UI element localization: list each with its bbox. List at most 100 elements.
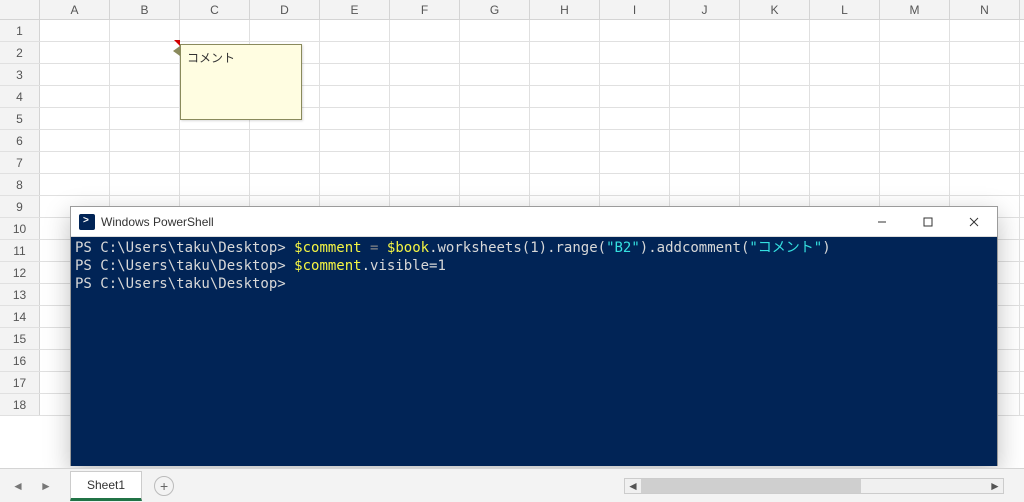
cell[interactable] [40,152,110,174]
scroll-thumb[interactable] [641,479,861,493]
column-header[interactable]: C [180,0,250,19]
maximize-button[interactable] [905,207,951,237]
cell[interactable] [460,152,530,174]
cell[interactable] [390,86,460,108]
row-header[interactable]: 9 [0,196,40,217]
cell[interactable] [810,20,880,42]
cell[interactable] [110,42,180,64]
cell[interactable] [810,152,880,174]
cell[interactable] [740,152,810,174]
cell[interactable] [950,42,1020,64]
cell[interactable] [530,20,600,42]
cell[interactable] [460,20,530,42]
tab-nav-prev[interactable]: ◄ [8,476,28,496]
cell[interactable] [390,20,460,42]
cell[interactable] [40,64,110,86]
cell[interactable] [320,108,390,130]
cell[interactable] [320,174,390,196]
cell[interactable] [880,152,950,174]
cell[interactable] [670,108,740,130]
cell[interactable] [180,174,250,196]
powershell-window[interactable]: Windows PowerShell PS C:\Users\taku\Desk… [70,206,998,466]
column-header[interactable]: G [460,0,530,19]
cell[interactable] [110,174,180,196]
cell[interactable] [810,130,880,152]
comment-box[interactable]: コメント [180,44,302,120]
cell[interactable] [740,130,810,152]
cell[interactable] [390,174,460,196]
column-header[interactable]: B [110,0,180,19]
cell[interactable] [670,20,740,42]
scroll-track[interactable] [641,479,987,493]
cell[interactable] [530,64,600,86]
cell[interactable] [250,20,320,42]
column-header[interactable]: A [40,0,110,19]
column-header[interactable]: N [950,0,1020,19]
column-header[interactable]: F [390,0,460,19]
cell[interactable] [950,108,1020,130]
cell[interactable] [530,174,600,196]
row-header[interactable]: 1 [0,20,40,41]
column-header[interactable]: M [880,0,950,19]
row-header[interactable]: 12 [0,262,40,283]
minimize-button[interactable] [859,207,905,237]
row-header[interactable]: 7 [0,152,40,173]
cell[interactable] [810,42,880,64]
close-button[interactable] [951,207,997,237]
cell[interactable] [320,130,390,152]
cell[interactable] [250,152,320,174]
cell[interactable] [530,108,600,130]
cell[interactable] [530,86,600,108]
column-header[interactable]: E [320,0,390,19]
cell[interactable] [950,64,1020,86]
cell[interactable] [600,42,670,64]
cell[interactable] [40,130,110,152]
new-sheet-button[interactable]: + [154,476,174,496]
row-header[interactable]: 17 [0,372,40,393]
row-header[interactable]: 11 [0,240,40,261]
cell[interactable] [740,174,810,196]
cell[interactable] [880,20,950,42]
cell[interactable] [320,42,390,64]
cell[interactable] [950,86,1020,108]
cell[interactable] [110,130,180,152]
column-header[interactable]: D [250,0,320,19]
powershell-titlebar[interactable]: Windows PowerShell [71,207,997,237]
cell[interactable] [40,20,110,42]
cell[interactable] [670,152,740,174]
cell[interactable] [600,20,670,42]
cell[interactable] [670,130,740,152]
cell[interactable] [320,86,390,108]
cell[interactable] [600,86,670,108]
cell[interactable] [600,174,670,196]
cell[interactable] [390,130,460,152]
row-header[interactable]: 2 [0,42,40,63]
cell[interactable] [950,130,1020,152]
cell[interactable] [320,20,390,42]
cell[interactable] [460,108,530,130]
powershell-body[interactable]: PS C:\Users\taku\Desktop> $comment = $bo… [71,237,997,466]
tab-nav-next[interactable]: ► [36,476,56,496]
cell[interactable] [740,64,810,86]
horizontal-scrollbar[interactable]: ◄ ► [624,478,1004,494]
cell[interactable] [600,152,670,174]
row-header[interactable]: 3 [0,64,40,85]
row-header[interactable]: 8 [0,174,40,195]
row-header[interactable]: 13 [0,284,40,305]
cell[interactable] [530,42,600,64]
row-header[interactable]: 4 [0,86,40,107]
row-header[interactable]: 5 [0,108,40,129]
cell[interactable] [40,86,110,108]
cell[interactable] [810,108,880,130]
cell[interactable] [40,42,110,64]
cell[interactable] [950,20,1020,42]
sheet-tab-active[interactable]: Sheet1 [70,471,142,501]
cell[interactable] [670,174,740,196]
cell[interactable] [880,86,950,108]
cell[interactable] [670,64,740,86]
column-header[interactable]: H [530,0,600,19]
cell[interactable] [180,152,250,174]
cell[interactable] [320,64,390,86]
select-all-corner[interactable] [0,0,40,19]
cell[interactable] [180,20,250,42]
